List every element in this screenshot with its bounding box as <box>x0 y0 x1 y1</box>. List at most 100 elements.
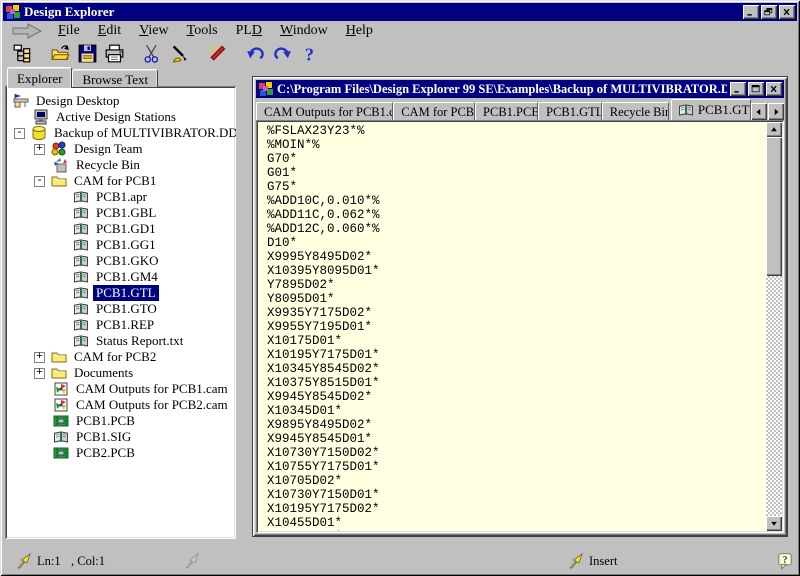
code-line: G75* <box>267 180 765 194</box>
toolbar-undo-icon[interactable] <box>242 42 269 65</box>
scrollbar-thumb[interactable] <box>766 137 782 276</box>
code-line: X9945Y8545D01* <box>267 432 765 446</box>
tree-item-pcb1-gtl[interactable]: PCB1.GTL <box>93 285 159 301</box>
code-line: Y7895D02* <box>267 278 765 292</box>
document-tab-pcb1-gtl-active[interactable]: PCB1.GTL <box>671 99 751 120</box>
restore-icon[interactable] <box>761 5 777 19</box>
doc-icon <box>678 102 694 118</box>
tree-item-status-report-txt[interactable]: Status Report.txt <box>93 333 186 349</box>
expander-expand-icon[interactable]: + <box>34 368 45 379</box>
explorer-panel: Explorer Browse Text Design DesktopActiv… <box>5 66 236 539</box>
tree-row: PCB1.GM4 <box>5 269 236 285</box>
status-help-icon[interactable]: ? <box>776 552 794 570</box>
expander-collapse-icon[interactable]: - <box>34 176 45 187</box>
tree-item-cam-outputs-for-pcb1-cam[interactable]: CAM Outputs for PCB1.cam <box>73 381 231 397</box>
close-icon[interactable] <box>779 5 795 19</box>
document-tab-pcb1-pcb[interactable]: PCB1.PCB <box>475 102 538 120</box>
tree-item-pcb2-pcb[interactable]: PCB2.PCB <box>73 445 138 461</box>
minimize-icon[interactable] <box>743 5 759 19</box>
menu-tools[interactable]: Tools <box>178 21 227 41</box>
child-close-icon[interactable] <box>766 82 782 96</box>
menu-pld[interactable]: PLD <box>227 21 271 41</box>
tree-item-pcb1-gm4[interactable]: PCB1.GM4 <box>93 269 161 285</box>
tree-item-cam-for-pcb2[interactable]: CAM for PCB2 <box>71 349 159 365</box>
tree-item-backup-of-multivibrator-ddb[interactable]: Backup of MULTIVIBRATOR.DDB <box>51 125 236 141</box>
toolbar-wizard-icon[interactable] <box>204 42 231 65</box>
menu-view[interactable]: View <box>130 21 178 41</box>
tree-item-active-design-stations[interactable]: Active Design Stations <box>53 109 179 125</box>
doc-icon <box>53 429 69 445</box>
tree-item-recycle-bin[interactable]: Recycle Bin <box>73 157 143 173</box>
menu-edit[interactable]: Edit <box>89 21 130 41</box>
child-minimize-icon[interactable] <box>730 82 746 96</box>
scroll-down-icon[interactable] <box>766 516 782 531</box>
cam-icon <box>53 397 69 413</box>
tree-item-documents[interactable]: Documents <box>71 365 136 381</box>
menu-help[interactable]: Help <box>337 21 382 41</box>
menu-file[interactable]: File <box>49 21 89 41</box>
pcb-icon <box>53 413 69 429</box>
child-maximize-icon[interactable] <box>748 82 764 96</box>
status-insert: Insert <box>589 554 617 569</box>
tree-item-pcb1-gg1[interactable]: PCB1.GG1 <box>93 237 159 253</box>
vertical-scrollbar[interactable] <box>766 122 782 531</box>
tab-browse-text[interactable]: Browse Text <box>72 69 158 87</box>
tree-item-pcb1-pcb[interactable]: PCB1.PCB <box>73 413 138 429</box>
toolbar-print-icon[interactable] <box>101 42 128 65</box>
status-arrow-gray-icon <box>185 553 201 569</box>
doc-icon <box>73 205 89 221</box>
doc-icon <box>73 333 89 349</box>
gerber-text[interactable]: %FSLAX23Y23*%%MOIN*%G70*G01*G75*%ADD10C,… <box>258 122 765 531</box>
document-window: C:\Program Files\Design Explorer 99 SE\E… <box>252 76 788 537</box>
tree-item-pcb1-gbl[interactable]: PCB1.GBL <box>93 205 159 221</box>
tree-row: Recycle Bin <box>5 157 236 173</box>
menu-arrow-icon[interactable] <box>11 23 45 39</box>
status-arrow-icon <box>17 553 33 569</box>
expander-expand-icon[interactable]: + <box>34 144 45 155</box>
toolbar-redo-icon[interactable] <box>269 42 296 65</box>
tree-item-cam-outputs-for-pcb2-cam[interactable]: CAM Outputs for PCB2.cam <box>73 397 231 413</box>
tree-row: + Documents <box>5 365 236 381</box>
tree-item-design-desktop[interactable]: Design Desktop <box>33 93 122 109</box>
toolbar-open-icon[interactable] <box>47 42 74 65</box>
document-tab-recycle-bin[interactable]: Recycle Bin <box>602 102 669 120</box>
tree-item-cam-for-pcb1[interactable]: CAM for PCB1 <box>71 173 159 189</box>
folder-icon <box>51 349 67 365</box>
toolbar-save-icon[interactable] <box>74 42 101 65</box>
tree-item-pcb1-gko[interactable]: PCB1.GKO <box>93 253 162 269</box>
code-line: X9955Y7195D01* <box>267 320 765 334</box>
toolbar-pick-icon[interactable] <box>166 42 193 65</box>
toolbar-explorer-toggle-icon[interactable] <box>9 42 36 65</box>
tab-explorer[interactable]: Explorer <box>7 67 72 88</box>
tree-row: + CAM for PCB2 <box>5 349 236 365</box>
code-line: X10730Y7150D02* <box>267 446 765 460</box>
menu-window[interactable]: Window <box>271 21 337 41</box>
toolbar-help-icon[interactable]: ? <box>296 42 323 65</box>
tab-scroll-right-icon[interactable] <box>768 103 784 120</box>
code-line: %FSLAX23Y23*% <box>267 124 765 138</box>
window-title: Design Explorer <box>24 4 740 20</box>
toolbar-cut-icon[interactable] <box>139 42 166 65</box>
tree-row: CAM Outputs for PCB1.cam <box>5 381 236 397</box>
tree-item-pcb1-gto[interactable]: PCB1.GTO <box>93 301 160 317</box>
tree-item-pcb1-gd1[interactable]: PCB1.GD1 <box>93 221 159 237</box>
code-line: X9935Y7175D02* <box>267 306 765 320</box>
expander-expand-icon[interactable]: + <box>34 352 45 363</box>
tree-item-pcb1-rep[interactable]: PCB1.REP <box>93 317 157 333</box>
document-tab-cam-for-pcb1[interactable]: CAM for PCB1 <box>393 102 475 120</box>
code-line: X10375Y8515D01* <box>267 376 765 390</box>
tree-item-pcb1-apr[interactable]: PCB1.apr <box>93 189 150 205</box>
tree-item-design-team[interactable]: Design Team <box>71 141 146 157</box>
expander-collapse-icon[interactable]: - <box>14 128 25 139</box>
document-tab-cam-outputs-for-pcb1-cam[interactable]: CAM Outputs for PCB1.cam <box>256 102 393 120</box>
tab-scroll-left-icon[interactable] <box>751 103 767 120</box>
tree-item-pcb1-sig[interactable]: PCB1.SIG <box>73 429 134 445</box>
doc-icon <box>73 285 89 301</box>
tree-row: PCB1.GTO <box>5 301 236 317</box>
document-tab-strip: CAM Outputs for PCB1.camCAM for PCB1PCB1… <box>256 99 784 120</box>
scroll-up-icon[interactable] <box>766 122 782 137</box>
code-line: X9895Y8495D02* <box>267 418 765 432</box>
tree-row: PCB1.REP <box>5 317 236 333</box>
document-tab-pcb1-gtl[interactable]: PCB1.GTL <box>538 102 602 120</box>
code-line: X10705D02* <box>267 474 765 488</box>
